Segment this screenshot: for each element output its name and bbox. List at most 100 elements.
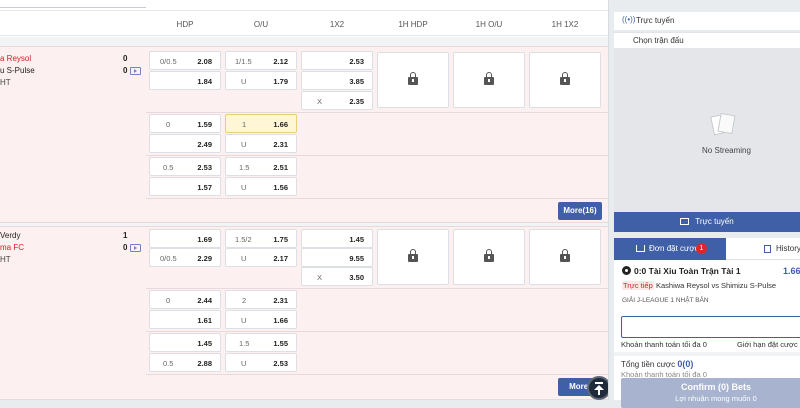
stake-input[interactable]	[621, 316, 800, 338]
choose-match-label: Chọn trận đấu	[633, 36, 684, 45]
tab-bet-slip[interactable]: Đơn đặt cược 1	[614, 238, 726, 260]
row-divider	[146, 331, 609, 332]
lock-icon	[560, 77, 570, 87]
ou-over-odds[interactable]: 1/1.52.12	[225, 51, 297, 70]
hdp-away-odds[interactable]: 1.61	[149, 310, 221, 329]
more-markets-button[interactable]: More(16)	[558, 202, 602, 220]
ou-over-odds[interactable]: 22.31	[225, 290, 297, 309]
live-stream-button[interactable]: Trực tuyến	[614, 212, 800, 232]
hdp-line: 0.5	[163, 359, 173, 368]
odds-value: 2.49	[197, 140, 212, 149]
hdp-away-odds[interactable]: 0.52.88	[149, 353, 221, 372]
home-team-name[interactable]: a Reysol	[0, 54, 31, 63]
lock-icon	[408, 77, 418, 87]
choose-match-dropdown[interactable]: Chọn trận đấu	[614, 32, 800, 48]
live-stream-icon[interactable]	[130, 244, 141, 252]
1x2-draw-odds[interactable]: X3.50	[301, 267, 373, 286]
odds-value: 2.12	[273, 57, 288, 66]
match-period: HT	[0, 255, 11, 264]
odds-value: 2.31	[273, 296, 288, 305]
hdp-home-odds[interactable]: 02.44	[149, 290, 221, 309]
ou-under-odds[interactable]: U2.31	[225, 134, 297, 153]
confirm-bets-button[interactable]: Confirm (0) Bets Lợi nhuận mong muốn 0	[621, 378, 800, 408]
hdp-home-odds[interactable]: 1.45	[149, 333, 221, 352]
odds-value: 1.84	[197, 77, 212, 86]
hdp-away-odds[interactable]: 1.84	[149, 71, 221, 90]
hdp-away-odds[interactable]: 2.49	[149, 134, 221, 153]
ou-under-odds[interactable]: U2.53	[225, 353, 297, 372]
away-team-name[interactable]: u S-Pulse	[0, 66, 35, 75]
odds-value: 1.59	[197, 120, 212, 129]
ou-over-odds[interactable]: 1.5 2.51	[225, 157, 297, 176]
ou-line: 1.5/2	[235, 235, 252, 244]
total-stake-value: 0(0)	[677, 359, 693, 369]
locked-market-1h-1x2	[529, 52, 601, 108]
side-panel: ((•)) Trực tuyến Chọn trận đấu No Stream…	[614, 0, 800, 400]
away-score: 0	[123, 66, 127, 75]
scroll-to-top-button[interactable]	[587, 376, 609, 400]
tab-history[interactable]: History	[726, 238, 800, 260]
draw-label: X	[317, 273, 322, 282]
ou-under-odds[interactable]: U1.56	[225, 177, 297, 196]
ou-line: 1.5	[239, 163, 249, 172]
live-panel-header: ((•)) Trực tuyến	[614, 12, 800, 30]
hdp-line: 0/0.5	[160, 57, 177, 66]
locked-market-1h-1x2	[529, 229, 601, 285]
1x2-home-odds[interactable]: 2.53	[301, 51, 373, 70]
ou-under-odds[interactable]: U1.66	[225, 310, 297, 329]
hdp-away-odds[interactable]: 0/0.52.29	[149, 248, 221, 267]
odds-value: 2.53	[349, 57, 364, 66]
ou-under-odds[interactable]: U2.17	[225, 248, 297, 267]
hdp-home-odds[interactable]: 1.69	[149, 229, 221, 248]
home-score: 1	[123, 231, 127, 240]
live-stream-icon[interactable]	[130, 67, 141, 75]
odds-value: 2.29	[197, 254, 212, 263]
total-stake: Tổng tiền cược 0(0)	[621, 359, 693, 369]
lock-icon	[484, 77, 494, 87]
ou-line: 2	[242, 296, 246, 305]
history-icon	[764, 245, 771, 253]
locked-market-1h-hdp	[377, 52, 449, 108]
bet-match-name: Kashiwa Reysol vs Shimizu S-Pulse	[656, 281, 776, 290]
odds-value: 2.31	[273, 140, 288, 149]
live-stream-button-label: Trực tuyến	[695, 217, 733, 226]
hdp-home-odds[interactable]: 0/0.5 2.08	[149, 51, 221, 70]
max-payout-value: 0	[703, 340, 707, 349]
ou-under-odds[interactable]: U1.79	[225, 71, 297, 90]
under-label: U	[241, 77, 246, 86]
col-hdp: HDP	[155, 20, 215, 29]
ou-over-odds[interactable]: 1.51.55	[225, 333, 297, 352]
divider	[614, 352, 800, 356]
match-row: Verdy 1 ma FC 0 HT 1.69 0/0.52.29 1.5/21…	[0, 226, 609, 400]
no-stream-document-icon	[710, 112, 736, 138]
odds-value: 2.51	[273, 163, 288, 172]
odds-value: 1.69	[197, 235, 212, 244]
expected-profit: Lợi nhuận mong muốn 0	[621, 392, 800, 403]
odds-value: 2.17	[273, 254, 288, 263]
top-toolbar-edge	[0, 0, 146, 8]
home-team-name[interactable]: Verdy	[0, 231, 20, 240]
bet-count-badge: 1	[696, 243, 707, 254]
hdp-line: 0.5	[163, 163, 173, 172]
hdp-home-odds[interactable]: 01.59	[149, 114, 221, 133]
max-payout-label: Khoản thanh toán tối đa	[621, 340, 701, 349]
stream-area: No Streaming	[614, 48, 800, 212]
row-divider	[146, 198, 609, 199]
1x2-home-odds[interactable]: 1.45	[301, 229, 373, 248]
1x2-away-odds[interactable]: 3.85	[301, 71, 373, 90]
col-1h-hdp: 1H HDP	[383, 20, 443, 29]
odds-value: 2.53	[197, 163, 212, 172]
lock-icon	[560, 254, 570, 264]
col-1x2: 1X2	[307, 20, 367, 29]
ou-over-odds-selected[interactable]: 11.66	[225, 114, 297, 133]
row-divider	[146, 112, 609, 113]
1x2-draw-odds[interactable]: X2.35	[301, 91, 373, 110]
hdp-away-odds[interactable]: 1.57	[149, 177, 221, 196]
hdp-home-odds[interactable]: 0.5 2.53	[149, 157, 221, 176]
ou-line: 1.5	[239, 339, 249, 348]
1x2-away-odds[interactable]: 9.55	[301, 248, 373, 267]
ou-over-odds[interactable]: 1.5/2 1.75	[225, 229, 297, 248]
odds-value: 2.08	[197, 57, 212, 66]
odds-value: 1.75	[273, 235, 288, 244]
away-team-name[interactable]: ma FC	[0, 243, 24, 252]
